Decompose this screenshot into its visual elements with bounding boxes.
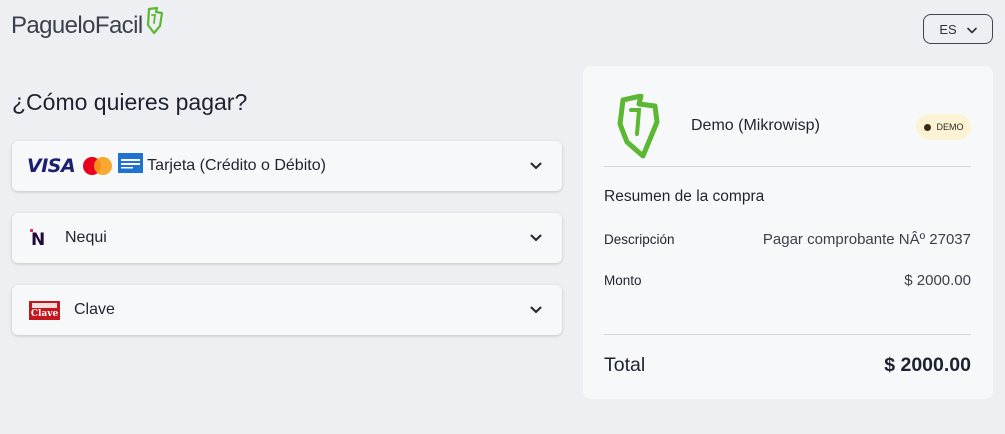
paguelofacil-bill-icon bbox=[145, 6, 165, 40]
divider bbox=[604, 334, 971, 335]
chevron-down-icon[interactable] bbox=[530, 229, 542, 247]
mastercard-logo bbox=[83, 156, 113, 176]
description-value: Pagar comprobante NÂº 27037 bbox=[762, 231, 971, 248]
merchant-name: Demo (Mikrowisp) bbox=[691, 117, 820, 134]
page-title: ¿Cómo quieres pagar? bbox=[12, 89, 248, 115]
demo-badge-label: DEMO bbox=[936, 122, 964, 132]
payment-option-label: Nequi bbox=[65, 229, 107, 246]
paguelofacil-logo[interactable]: PagueloFacil bbox=[11, 6, 165, 40]
amount-label: Monto bbox=[604, 273, 642, 288]
clave-logo-text: Clave bbox=[30, 308, 59, 319]
total-value: $ 2000.00 bbox=[884, 354, 971, 376]
status-dot-icon bbox=[923, 123, 931, 131]
visa-logo: VISA bbox=[27, 155, 76, 177]
description-label: Descripción bbox=[604, 232, 675, 247]
total-label: Total bbox=[604, 354, 646, 376]
payment-option-nequi[interactable]: N Nequi bbox=[12, 213, 562, 263]
language-selector[interactable]: ES bbox=[923, 14, 993, 44]
payment-option-card[interactable]: VISA Tarjeta (Crédito o Débito) bbox=[12, 141, 562, 191]
amount-value: $ 2000.00 bbox=[904, 272, 971, 289]
merchant-logo-icon bbox=[617, 93, 663, 165]
language-code: ES bbox=[939, 21, 957, 37]
svg-text:N: N bbox=[31, 230, 45, 247]
demo-badge: DEMO bbox=[916, 114, 971, 140]
nequi-logo: N bbox=[29, 229, 49, 247]
purchase-summary-panel: Demo (Mikrowisp) DEMO Resumen de la comp… bbox=[583, 66, 993, 399]
chevron-down-icon bbox=[966, 22, 977, 37]
divider bbox=[604, 166, 971, 167]
chevron-down-icon[interactable] bbox=[530, 157, 542, 175]
chevron-down-icon[interactable] bbox=[530, 301, 542, 319]
summary-title: Resumen de la compra bbox=[604, 188, 765, 205]
payment-option-label: Clave bbox=[74, 301, 115, 318]
payment-option-label: Tarjeta (Crédito o Débito) bbox=[147, 157, 326, 174]
payment-option-clave[interactable]: Clave Clave bbox=[12, 285, 562, 335]
logo-text: PagueloFacil bbox=[11, 12, 143, 39]
amex-logo bbox=[118, 153, 144, 173]
clave-logo: Clave bbox=[29, 300, 60, 320]
